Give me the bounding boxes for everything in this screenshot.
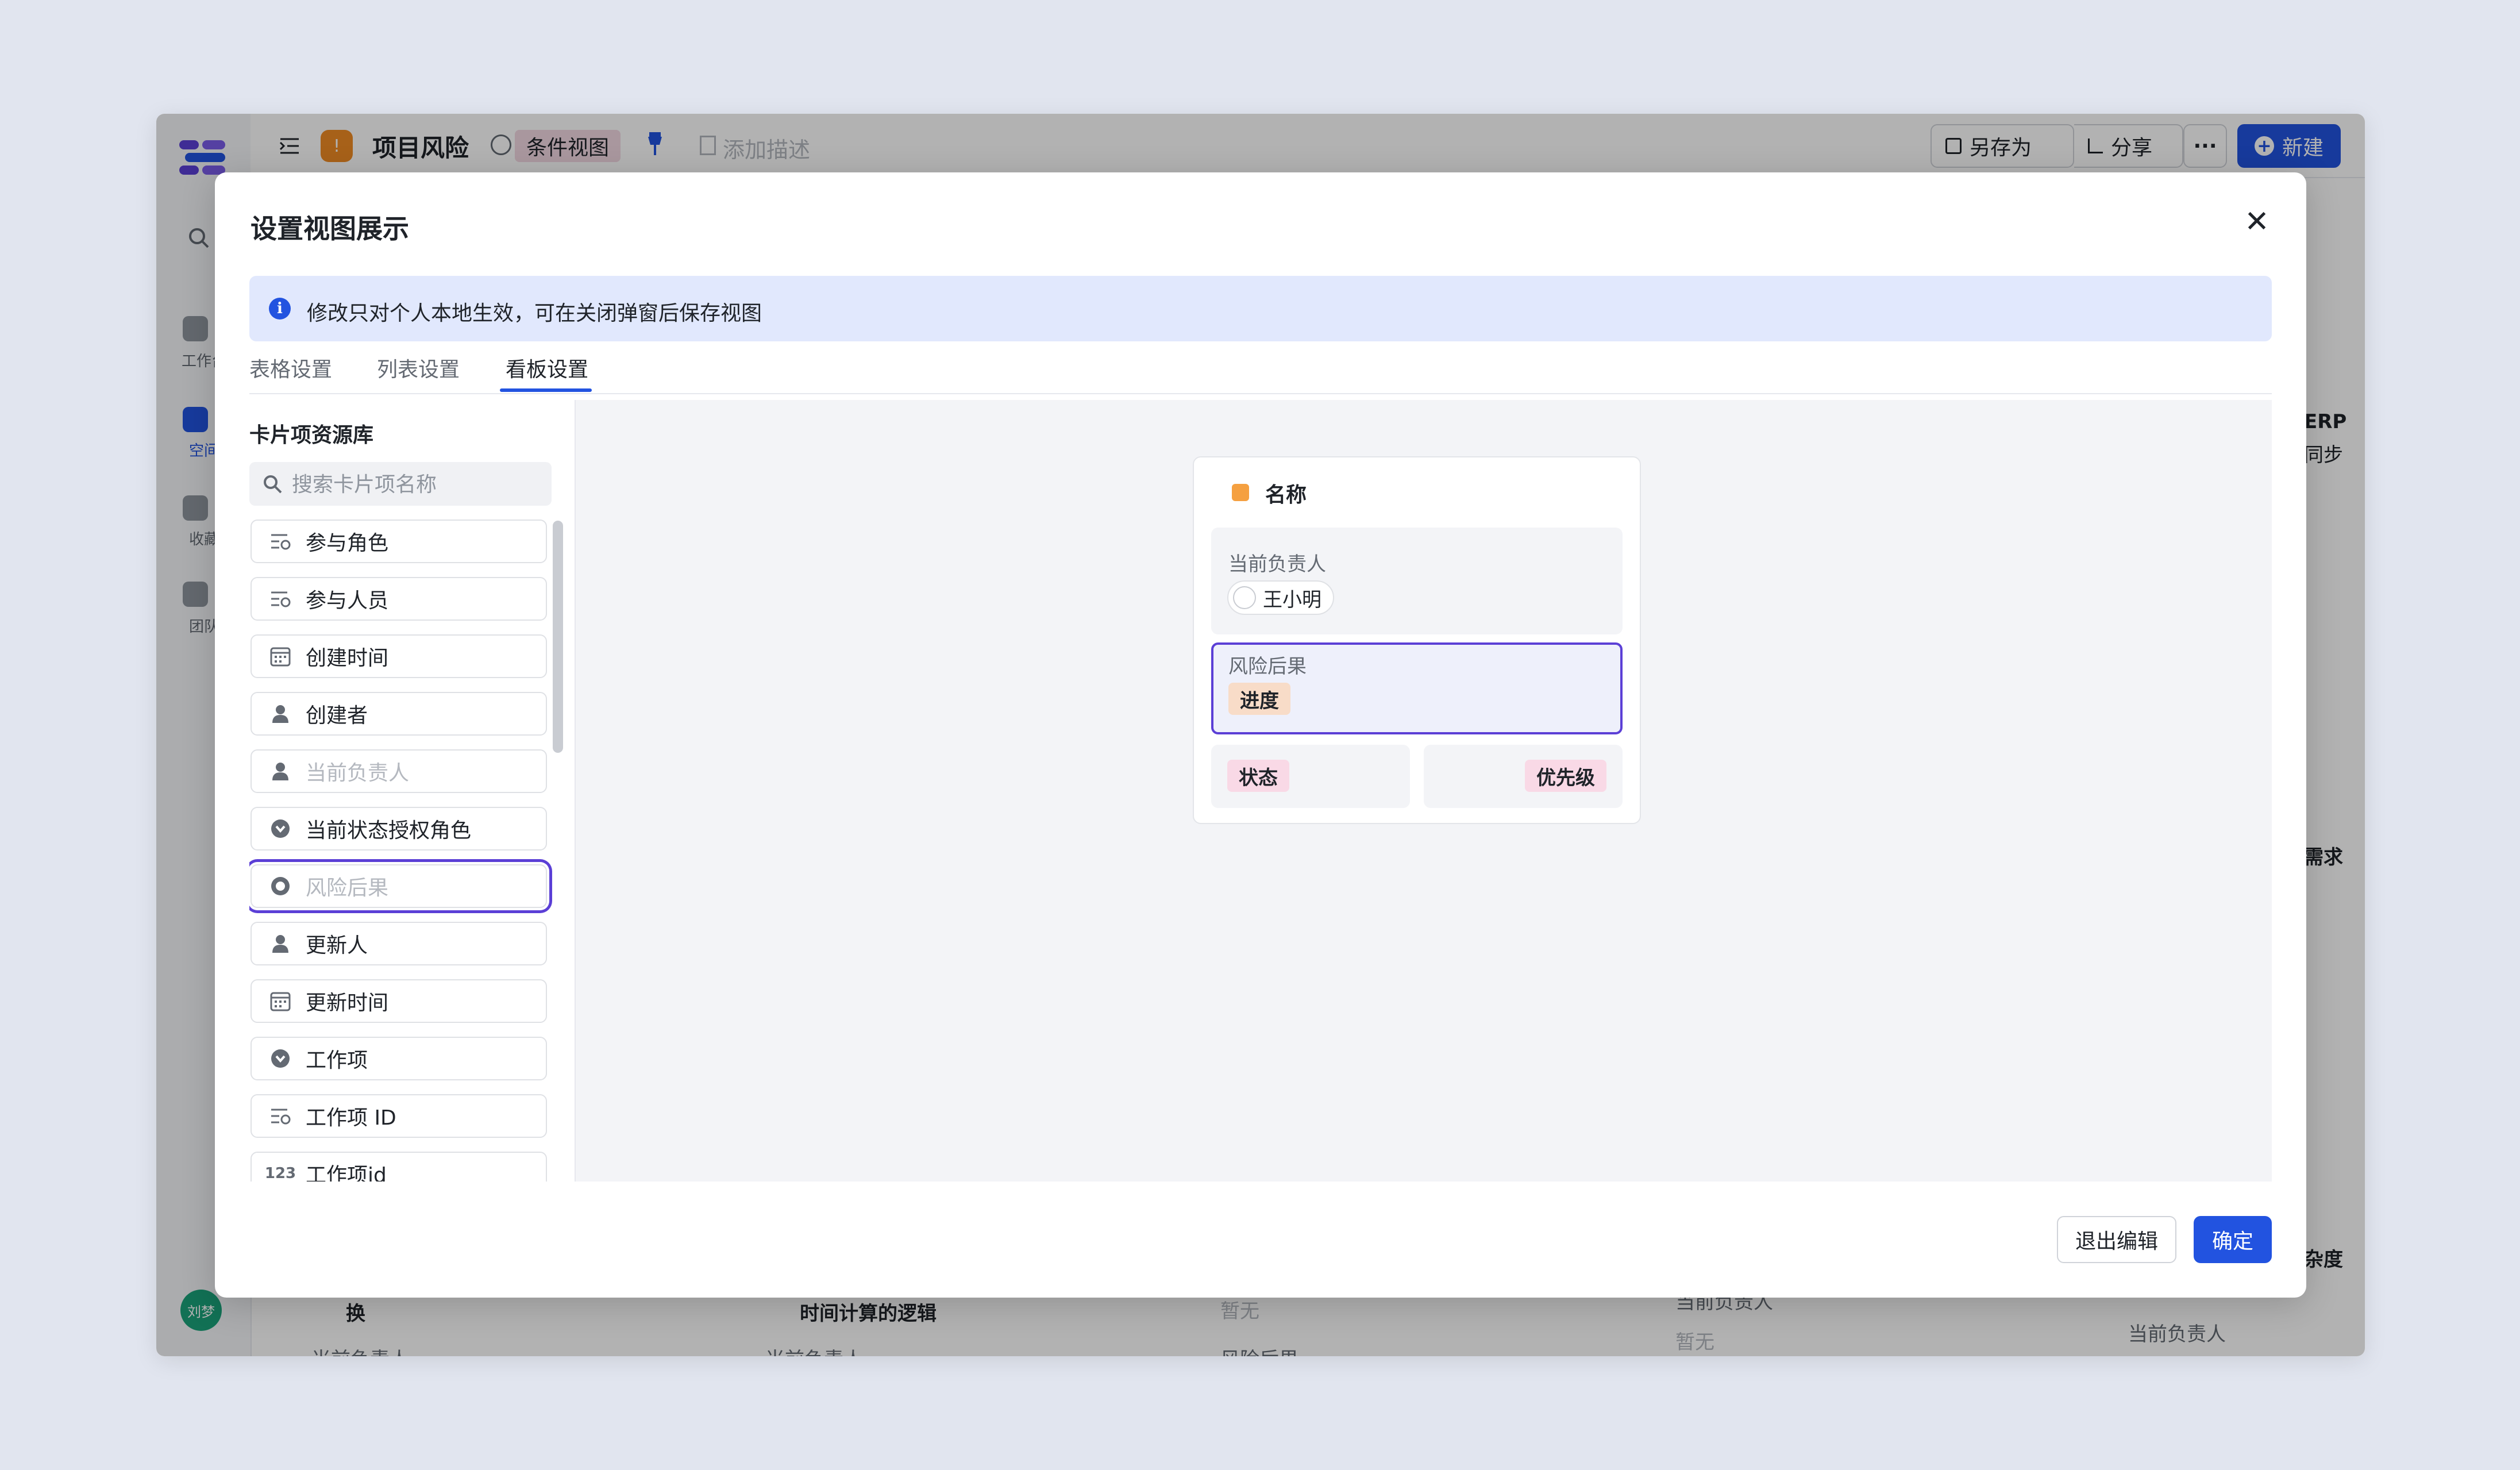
person-icon — [269, 932, 292, 955]
card-slot-status[interactable]: 状态 — [1211, 745, 1410, 808]
list-scrollbar[interactable] — [553, 521, 563, 753]
card-field-item[interactable]: 创建时间 — [251, 634, 547, 678]
risk-chip: 进度 — [1228, 683, 1290, 715]
card-field-label: 创建者 — [306, 704, 368, 728]
card-field-label: 创建时间 — [306, 647, 389, 670]
card-field-item[interactable]: 更新人 — [251, 922, 547, 965]
card-slot-risk[interactable]: 风险后果 进度 — [1211, 642, 1623, 734]
card-field-item[interactable]: 123 工作项id — [251, 1152, 547, 1182]
card-field-label: 参与人员 — [306, 589, 389, 613]
person-icon — [269, 760, 292, 783]
notice-text: 修改只对个人本地生效，可在关闭弹窗后保存视图 — [307, 302, 762, 325]
settings-tabs: 表格设置 列表设置 看板设置 — [249, 349, 2272, 394]
card-field-label: 工作项 — [306, 1049, 368, 1072]
dropdown-circle-icon — [269, 1047, 292, 1070]
search-input[interactable] — [291, 468, 540, 501]
card-field-item[interactable]: 风险后果 — [251, 864, 547, 908]
card-field-label: 当前状态授权角色 — [306, 819, 472, 842]
person-icon — [269, 702, 292, 725]
card-field-item[interactable]: 创建者 — [251, 692, 547, 736]
slot-label: 当前负责人 — [1228, 553, 1326, 576]
card-field-item[interactable]: 参与人员 — [251, 577, 547, 621]
dropdown-circle-icon — [269, 817, 292, 840]
tab-board-settings[interactable]: 看板设置 — [506, 353, 588, 383]
owner-name: 王小明 — [1263, 588, 1321, 611]
card-field-item[interactable]: 参与角色 — [251, 519, 547, 563]
radio-circle-icon — [269, 875, 292, 898]
user-chip: 王小明 — [1227, 580, 1334, 615]
close-icon[interactable]: ✕ — [2240, 205, 2274, 239]
calendar-icon — [269, 990, 292, 1013]
confirm-button[interactable]: 确定 — [2194, 1216, 2272, 1263]
card-field-item[interactable]: 工作项 — [251, 1037, 547, 1080]
active-tab-indicator — [500, 388, 592, 392]
card-field-label: 工作项 ID — [306, 1106, 396, 1130]
card-field-item[interactable]: 当前负责人 — [251, 749, 547, 793]
search-icon — [264, 475, 282, 494]
user-avatar — [1233, 586, 1256, 609]
tab-table-settings[interactable]: 表格设置 — [249, 353, 332, 383]
card-slot-owner[interactable]: 当前负责人 王小明 — [1211, 528, 1623, 634]
card-field-library-title: 卡片项资源库 — [249, 424, 374, 447]
card-color-dot — [1232, 484, 1249, 501]
dialog-title: 设置视图展示 — [251, 213, 409, 244]
role-list-icon — [269, 530, 292, 553]
role-list-icon — [269, 587, 292, 610]
card-field-list: 参与角色参与人员创建时间创建者当前负责人当前状态授权角色 风险后果更新人更新时间工… — [249, 517, 554, 1182]
card-field-label: 参与角色 — [306, 532, 389, 555]
view-settings-dialog: 设置视图展示 ✕ i 修改只对个人本地生效，可在关闭弹窗后保存视图 表格设置 列… — [215, 172, 2306, 1298]
status-chip: 状态 — [1227, 760, 1289, 792]
slot-label: 风险后果 — [1228, 655, 1307, 678]
search-field[interactable] — [249, 462, 552, 506]
card-field-label: 当前负责人 — [306, 761, 410, 785]
info-icon: i — [269, 298, 291, 320]
exit-edit-button[interactable]: 退出编辑 — [2057, 1216, 2176, 1263]
card-field-item[interactable]: 工作项 ID — [251, 1094, 547, 1138]
card-field-label: 工作项id — [306, 1164, 387, 1182]
card-slot-priority[interactable]: 优先级 — [1424, 745, 1623, 808]
tab-list-settings[interactable]: 列表设置 — [377, 353, 460, 383]
role-list-icon — [269, 1105, 292, 1127]
priority-chip: 优先级 — [1525, 760, 1606, 792]
calendar-icon — [269, 645, 292, 668]
board-card-preview: 名称 当前负责人 王小明 风险后果 进度 状态 优先级 — [1193, 456, 1641, 824]
card-title: 名称 — [1265, 483, 1307, 507]
number-icon: 123 — [264, 1165, 296, 1182]
card-field-label: 更新人 — [306, 934, 368, 957]
card-field-label: 更新时间 — [306, 991, 389, 1015]
info-notice: i 修改只对个人本地生效，可在关闭弹窗后保存视图 — [249, 276, 2272, 341]
card-field-item[interactable]: 更新时间 — [251, 979, 547, 1023]
card-field-item[interactable]: 当前状态授权角色 — [251, 807, 547, 851]
card-field-label: 风险后果 — [306, 876, 389, 900]
